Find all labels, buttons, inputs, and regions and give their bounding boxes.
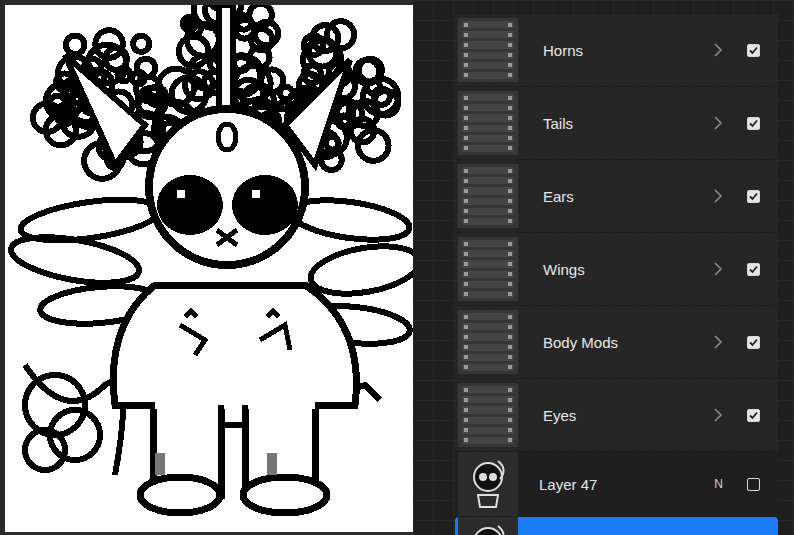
chevron-right-icon[interactable] [713,43,723,57]
visibility-checkbox[interactable] [747,44,760,57]
group-thumbnail [458,91,518,155]
creature-drawing [5,5,413,532]
layer-name: Body Mods [543,334,713,351]
layer-row[interactable]: Layer 47N [455,452,778,516]
layer-group-row[interactable]: Horns [455,14,778,86]
layer-name: Ears [543,188,713,205]
layer-group-row[interactable]: Wings [455,233,778,305]
layer-group-row[interactable]: Ears [455,160,778,232]
layer-row[interactable] [455,517,778,535]
layer-name: Layer 47 [539,476,714,493]
check-icon [749,338,758,347]
chevron-right-icon[interactable] [713,189,723,203]
visibility-checkbox[interactable] [747,336,760,349]
layer-group-row[interactable]: Tails [455,87,778,159]
blend-mode[interactable]: N [714,477,723,491]
canvas[interactable] [5,5,413,532]
chevron-right-icon[interactable] [713,116,723,130]
procreate-screen: Horns Tails Ears Wings Body Mods Eyes Layer 47… [0,0,794,535]
layer-preview-icon [462,455,514,513]
visibility-checkbox[interactable] [747,409,760,422]
group-thumbnail [458,383,518,447]
visibility-checkbox[interactable] [747,190,760,203]
layer-group-row[interactable]: Eyes [455,379,778,451]
check-icon [749,192,758,201]
visibility-checkbox[interactable] [747,117,760,130]
layer-group-row[interactable]: Body Mods [455,306,778,378]
layer-name: Wings [543,261,713,278]
canvas-area [0,0,413,535]
visibility-checkbox[interactable] [747,263,760,276]
layer-thumbnail [458,452,518,516]
group-thumbnail [458,164,518,228]
layers-list: Horns Tails Ears Wings Body Mods Eyes Layer 47… [455,14,778,535]
chevron-right-icon[interactable] [713,262,723,276]
layer-name: Horns [543,42,713,59]
chevron-right-icon[interactable] [713,335,723,349]
layer-thumbnail [458,517,518,535]
layer-name: Tails [543,115,713,132]
check-icon [749,119,758,128]
visibility-checkbox[interactable] [747,478,760,491]
group-thumbnail [458,18,518,82]
check-icon [749,46,758,55]
group-thumbnail [458,237,518,301]
chevron-right-icon[interactable] [713,408,723,422]
layer-name: Eyes [543,407,713,424]
check-icon [749,411,758,420]
check-icon [749,265,758,274]
group-thumbnail [458,310,518,374]
layer-preview-icon [462,520,514,535]
layers-panel: Horns Tails Ears Wings Body Mods Eyes Layer 47… [413,0,794,535]
